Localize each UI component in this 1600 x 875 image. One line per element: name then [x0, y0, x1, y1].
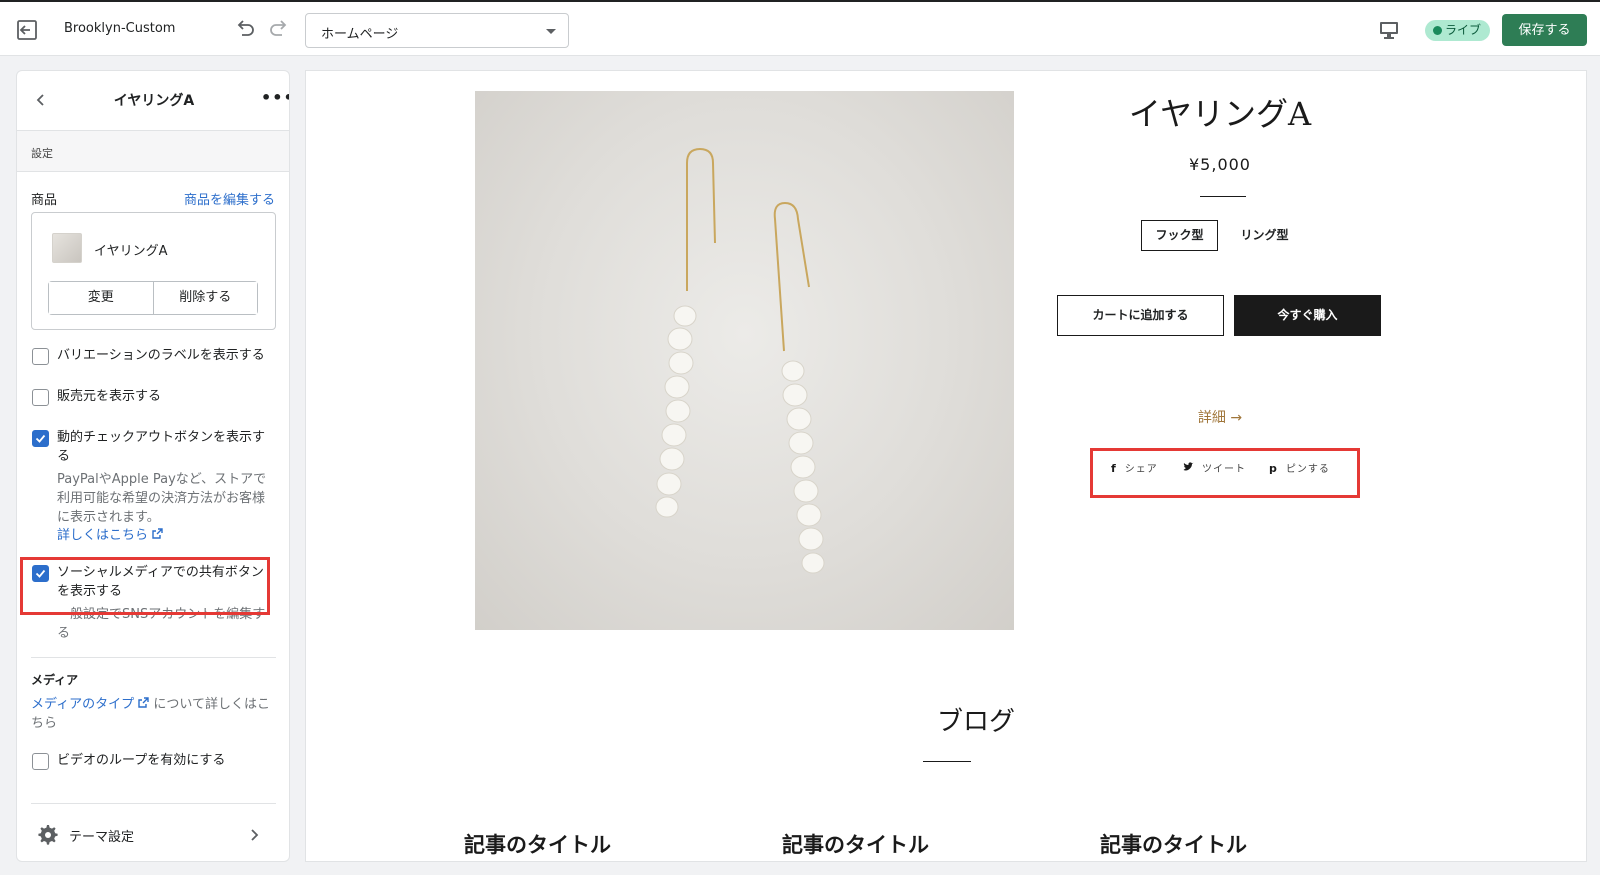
- variant-option-hook[interactable]: フック型: [1141, 220, 1218, 251]
- settings-section-header: 設定: [17, 131, 289, 172]
- video-loop-checkbox[interactable]: [32, 753, 49, 770]
- buy-now-button[interactable]: 今すぐ購入: [1234, 295, 1381, 336]
- gear-icon: [38, 825, 58, 845]
- learn-more-link[interactable]: 詳しくはこちら: [57, 526, 163, 545]
- article-title[interactable]: 記事のタイトル: [782, 829, 929, 859]
- storefront-preview: イヤリングA ¥5,000 フック型 リング型 カートに追加する 今すぐ購入 詳…: [305, 70, 1587, 862]
- variant-labels-checkbox[interactable]: [32, 348, 49, 365]
- edit-product-link[interactable]: 商品を編集する: [184, 189, 275, 208]
- dynamic-checkout-checkbox[interactable]: [32, 430, 49, 447]
- highlight-box: [1090, 448, 1360, 498]
- external-link-icon: [138, 697, 149, 708]
- article-title[interactable]: 記事のタイトル: [464, 829, 611, 859]
- title-divider: [1200, 196, 1246, 197]
- product-thumbnail: [52, 233, 82, 263]
- theme-settings-label: テーマ設定: [69, 830, 135, 845]
- highlight-box: [20, 557, 270, 615]
- theme-settings-link[interactable]: テーマ設定: [17, 816, 289, 861]
- divider: [31, 657, 276, 658]
- status-label: ライブ: [1445, 23, 1482, 37]
- product-image[interactable]: [475, 91, 1014, 630]
- product-button-group: 変更 削除する: [48, 281, 258, 315]
- settings-sidebar: イヤリングA ••• 設定 商品 商品を編集する イヤリングA 変更 削除する …: [16, 70, 290, 862]
- variant-labels-label: バリエーションのラベルを表示する: [57, 348, 265, 363]
- add-to-cart-button[interactable]: カートに追加する: [1057, 295, 1224, 336]
- product-card: イヤリングA 変更 削除する: [31, 212, 276, 330]
- article-title[interactable]: 記事のタイトル: [1100, 829, 1247, 859]
- status-badge: ライブ: [1425, 20, 1491, 41]
- page-select[interactable]: ホームページ: [305, 13, 569, 48]
- variant-option-ring[interactable]: リング型: [1226, 220, 1303, 251]
- undo-icon[interactable]: [234, 18, 256, 40]
- top-bar: Brooklyn-Custom ホームページ ライブ 保存する: [0, 0, 1600, 56]
- learn-more-text: 詳しくはこちら: [57, 528, 149, 543]
- earring-illustration: [655, 147, 825, 574]
- sidebar-header: イヤリングA •••: [17, 71, 289, 131]
- external-link-icon: [152, 528, 163, 539]
- blog-section-title: ブログ: [936, 707, 1015, 737]
- chevron-right-icon: [251, 829, 259, 841]
- dynamic-checkout-label: 動的チェックアウトボタンを表示する: [57, 430, 266, 464]
- product-price: ¥5,000: [1189, 155, 1251, 174]
- section-label: 設定: [31, 147, 53, 160]
- sidebar-title: イヤリングA: [113, 93, 195, 109]
- checkmark-icon: [35, 434, 46, 443]
- vendor-checkbox[interactable]: [32, 389, 49, 406]
- desktop-icon[interactable]: [1378, 20, 1400, 40]
- dynamic-checkout-help: PayPalやApple Payなど、ストアで利用可能な希望の決済方法がお客様に…: [57, 472, 267, 525]
- media-type-link[interactable]: メディアのタイプ: [31, 697, 134, 712]
- more-actions-icon[interactable]: •••: [261, 90, 289, 107]
- divider: [31, 803, 276, 804]
- redo-icon[interactable]: [268, 18, 290, 40]
- media-section-title: メディア: [31, 673, 79, 687]
- product-label: 商品: [31, 193, 58, 208]
- product-name: イヤリングA: [94, 244, 168, 259]
- exit-icon[interactable]: [14, 18, 40, 42]
- remove-product-button[interactable]: 削除する: [152, 282, 257, 314]
- theme-name: Brooklyn-Custom: [64, 21, 176, 36]
- details-link[interactable]: 詳細 →: [1070, 407, 1370, 427]
- product-title: イヤリングA: [1128, 95, 1312, 133]
- page-select-value: ホームページ: [321, 27, 399, 42]
- media-help: メディアのタイプ について詳しくはこちら: [31, 695, 271, 733]
- vendor-label: 販売元を表示する: [57, 389, 162, 404]
- caret-down-icon: [546, 29, 556, 34]
- save-button[interactable]: 保存する: [1502, 14, 1587, 46]
- blog-divider: [923, 761, 971, 762]
- video-loop-label: ビデオのループを有効にする: [57, 753, 226, 768]
- change-product-button[interactable]: 変更: [49, 282, 153, 314]
- status-dot-icon: [1433, 26, 1442, 35]
